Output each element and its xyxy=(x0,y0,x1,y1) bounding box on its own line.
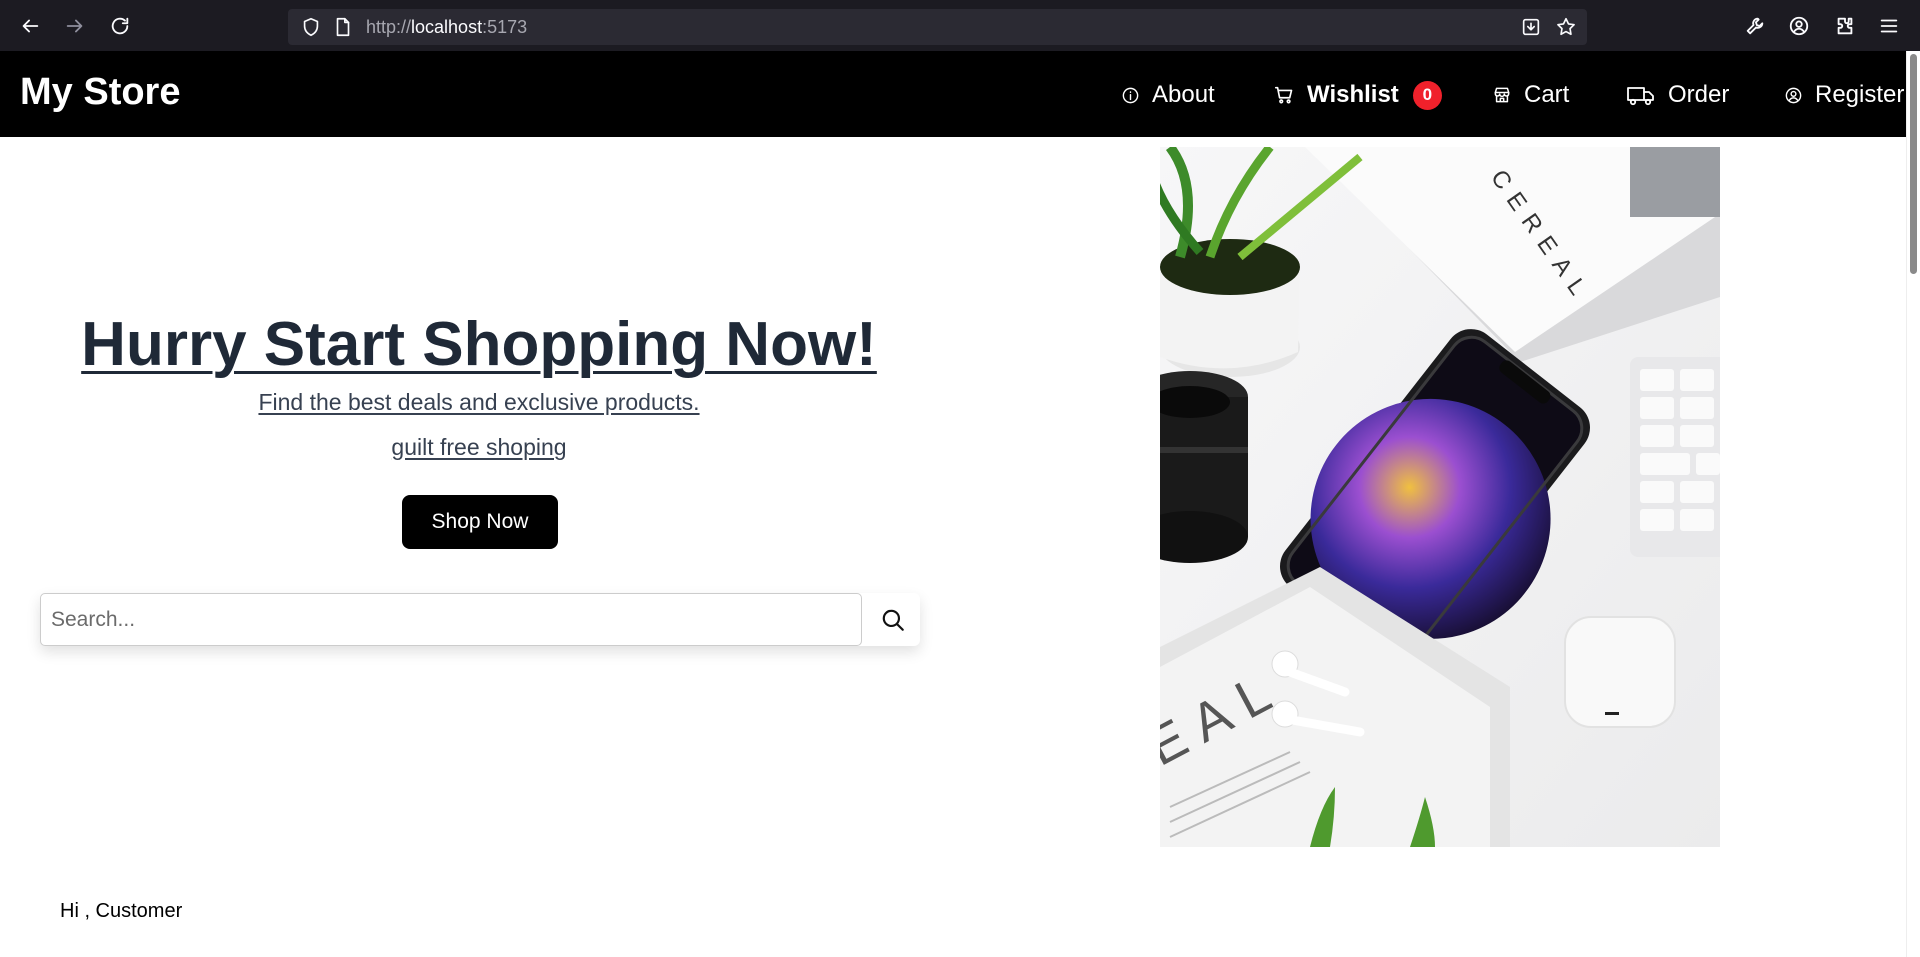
nav-order[interactable]: Order xyxy=(1626,79,1729,111)
site-navbar: My Store About Wishlist 0 Cart Order Reg… xyxy=(0,51,1906,137)
address-bar[interactable]: http://localhost:5173 xyxy=(288,9,1587,45)
truck-icon xyxy=(1627,87,1654,106)
search-button[interactable] xyxy=(866,593,920,646)
cart-icon xyxy=(1274,86,1293,104)
airpods-case xyxy=(1564,616,1676,728)
url-text[interactable]: http://localhost:5173 xyxy=(366,17,527,38)
forward-button[interactable] xyxy=(55,10,95,42)
hero-subtitle: Find the best deals and exclusive produc… xyxy=(258,389,700,415)
arrow-right-icon xyxy=(66,19,83,33)
browser-toolbar: http://localhost:5173 xyxy=(0,0,1920,51)
scrollbar-thumb[interactable] xyxy=(1910,54,1917,274)
shield-icon[interactable] xyxy=(300,16,322,38)
save-to-pocket-icon[interactable] xyxy=(1520,16,1542,38)
reload-icon xyxy=(111,17,129,35)
hero-image: CEREAL EAL xyxy=(1160,147,1720,847)
extensions-button[interactable] xyxy=(1825,10,1865,42)
account-icon xyxy=(1789,16,1809,36)
nav-cart-label: Cart xyxy=(1524,81,1570,108)
brand-logo[interactable]: My Store xyxy=(20,71,180,114)
dev-tools-button[interactable] xyxy=(1735,10,1775,42)
page-icon xyxy=(332,16,354,38)
wishlist-count-badge: 0 xyxy=(1412,80,1442,110)
user-circle-icon xyxy=(1785,87,1802,103)
nav-order-label: Order xyxy=(1668,81,1730,108)
nav-register-label: Register xyxy=(1815,81,1905,108)
menu-button[interactable] xyxy=(1869,10,1909,42)
bookmark-star-icon[interactable] xyxy=(1555,16,1577,38)
camera-lens xyxy=(1160,371,1248,563)
nav-cart[interactable]: Cart xyxy=(1492,79,1569,111)
back-button[interactable] xyxy=(10,10,50,42)
hero-tagline: guilt free shoping xyxy=(391,434,567,460)
nav-register[interactable]: Register xyxy=(1784,79,1904,111)
nav-wishlist-label: Wishlist xyxy=(1307,81,1399,108)
page-scrollbar[interactable] xyxy=(1906,51,1920,957)
account-button[interactable] xyxy=(1779,10,1819,42)
wrench-icon xyxy=(1746,17,1764,35)
arrow-left-icon xyxy=(22,19,39,33)
nav-about-label: About xyxy=(1152,81,1215,108)
search-bar xyxy=(40,593,920,646)
puzzle-icon xyxy=(1837,17,1853,35)
keyboard xyxy=(1630,357,1720,557)
reload-button[interactable] xyxy=(100,10,140,42)
hero-title: Hurry Start Shopping Now! xyxy=(81,310,877,379)
hamburger-icon xyxy=(1880,19,1898,33)
greeting-text: Hi , Customer xyxy=(60,900,183,922)
nav-wishlist[interactable]: Wishlist 0 xyxy=(1273,79,1442,111)
search-input[interactable] xyxy=(40,593,862,646)
desk-flatlay-illustration: CEREAL EAL xyxy=(1160,147,1720,847)
store-icon xyxy=(1494,87,1510,103)
info-icon xyxy=(1122,87,1139,103)
shop-now-button[interactable]: Shop Now xyxy=(402,495,558,549)
nav-about[interactable]: About xyxy=(1121,79,1215,111)
search-icon xyxy=(882,609,904,631)
